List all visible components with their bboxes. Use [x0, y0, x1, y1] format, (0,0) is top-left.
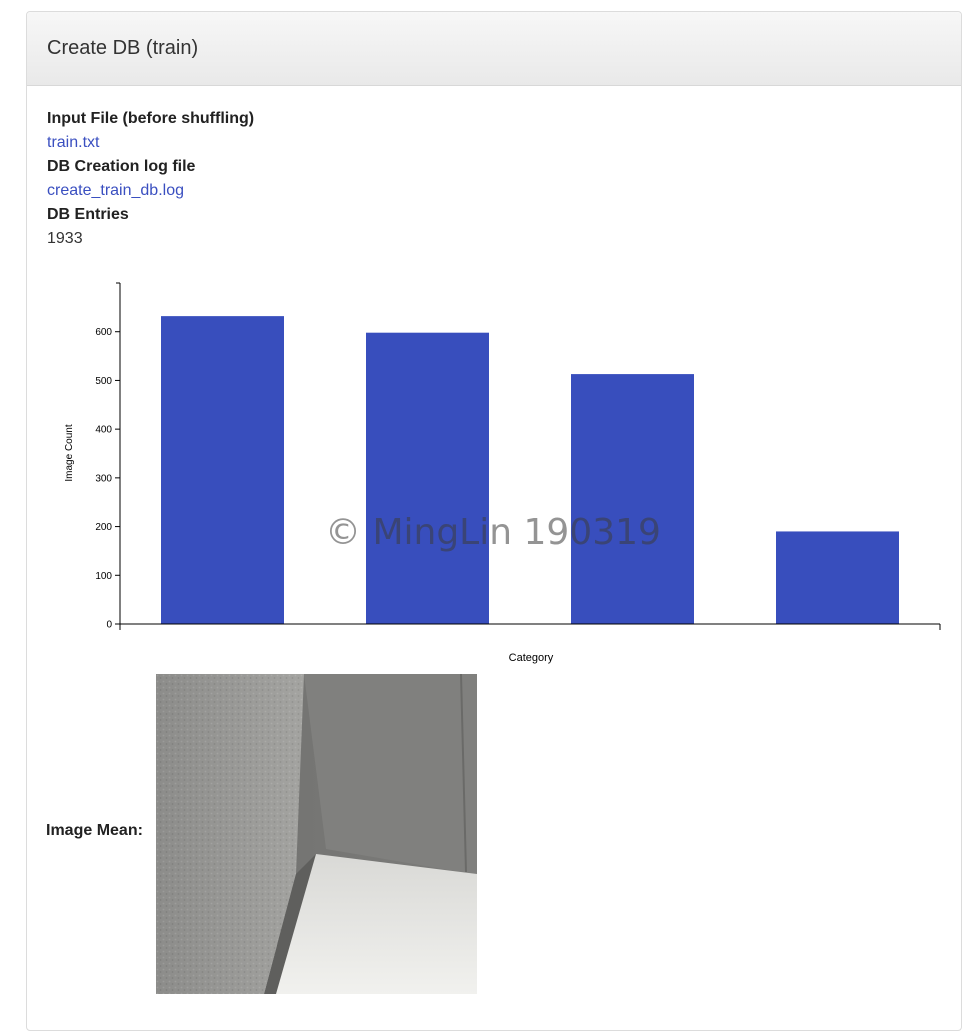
- y-tick-label: 300: [95, 473, 112, 484]
- y-tick-label: 0: [106, 620, 112, 631]
- y-tick-label: 200: [95, 522, 112, 533]
- y-ticks-group: 0 100 200 300 400 500 600: [95, 327, 120, 631]
- histogram-bar[interactable]: [571, 374, 694, 624]
- histogram-bar[interactable]: [161, 316, 284, 624]
- image-mean-label: Image Mean:: [46, 822, 143, 839]
- bars-group: [161, 316, 899, 624]
- y-tick-label: 400: [95, 425, 112, 436]
- y-tick-label: 600: [95, 327, 112, 338]
- histogram-bar[interactable]: [776, 531, 899, 624]
- histogram-bar[interactable]: [366, 332, 489, 624]
- image-mean-picture: [156, 674, 477, 994]
- y-tick-label: 100: [95, 571, 112, 582]
- category-histogram-chart: 0 100 200 300 400 500 600 Image Count Category: [64, 282, 941, 664]
- watermark: © MingLin 190319: [325, 512, 661, 553]
- x-axis-label: Category: [509, 652, 554, 664]
- y-tick-label: 500: [95, 376, 112, 387]
- y-axis-label: Image Count: [64, 424, 75, 481]
